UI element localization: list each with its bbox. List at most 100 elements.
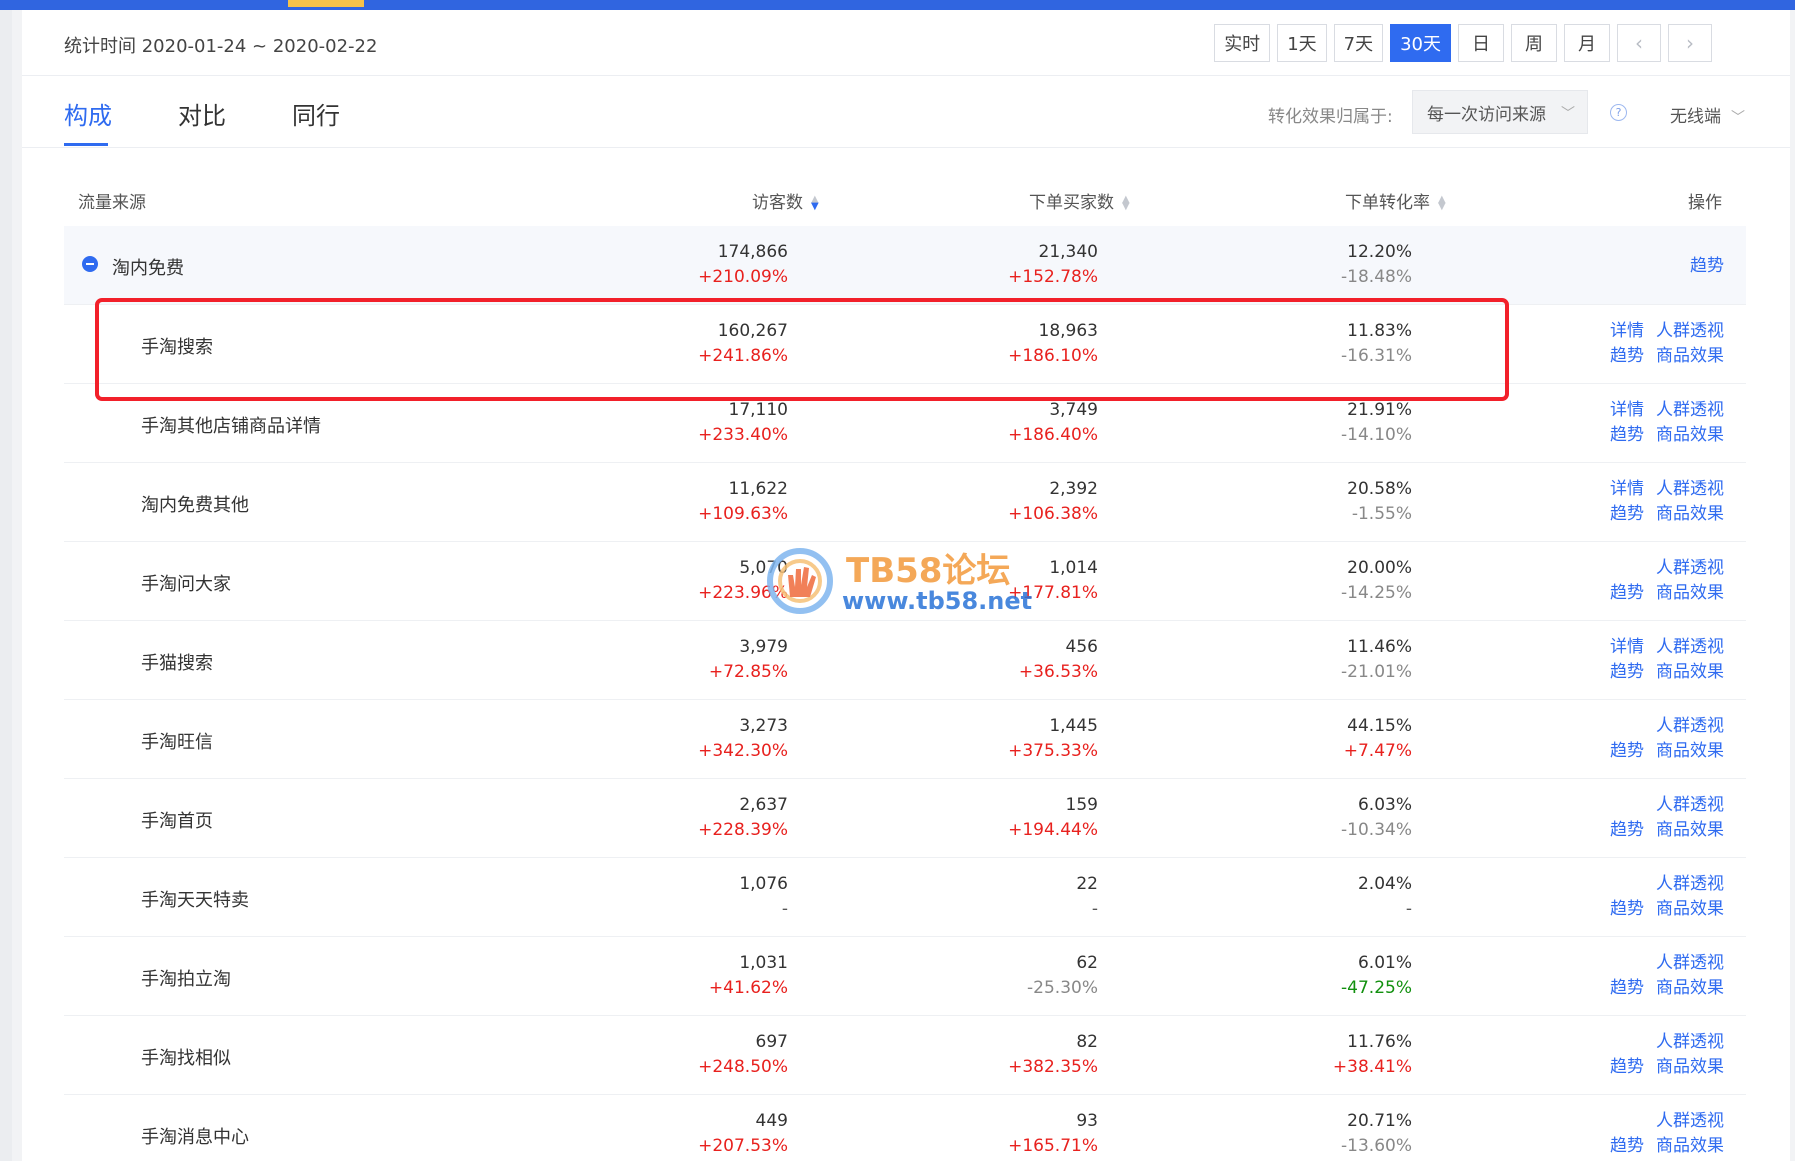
visitors-cell: 1,031 +41.62%: [709, 951, 788, 1001]
trend-link[interactable]: 趋势: [1610, 502, 1644, 527]
sort-icon[interactable]: ▲ ▼: [1438, 195, 1446, 212]
trend-link[interactable]: 趋势: [1610, 423, 1644, 448]
visitors-change: +72.85%: [708, 662, 788, 682]
crowd-link[interactable]: 人群透视: [1656, 1030, 1724, 1055]
range-7day-button[interactable]: 7天: [1333, 24, 1384, 62]
header-buyers[interactable]: 下单买家数 ▲ ▼: [1029, 188, 1130, 213]
detail-link[interactable]: 详情: [1610, 319, 1644, 344]
buyers-value: 159: [1065, 795, 1098, 815]
buyers-cell: 3,749 +186.40%: [1008, 398, 1098, 448]
crowd-link[interactable]: 人群透视: [1656, 714, 1724, 739]
sort-icon[interactable]: ▲ ▼: [811, 195, 819, 212]
visitors-change: +248.50%: [698, 1057, 788, 1077]
crowd-link[interactable]: 人群透视: [1656, 635, 1724, 660]
product-effect-link[interactable]: 商品效果: [1656, 1055, 1724, 1080]
crowd-link[interactable]: 人群透视: [1656, 872, 1724, 897]
header-ops: 操作: [1688, 193, 1722, 213]
range-week-button[interactable]: 周: [1511, 24, 1557, 62]
detail-link[interactable]: 详情: [1610, 477, 1644, 502]
product-effect-link[interactable]: 商品效果: [1656, 423, 1724, 448]
tab-composition[interactable]: 构成: [64, 96, 112, 131]
attribution-select[interactable]: 每一次访问来源 ﹀: [1412, 90, 1588, 134]
rate-cell: 20.71% -13.60%: [1341, 1109, 1412, 1159]
visitors-change: +241.86%: [698, 346, 788, 366]
group-name: 淘内免费: [112, 258, 184, 279]
buyers-cell: 18,963 +186.10%: [1008, 319, 1098, 369]
crowd-link[interactable]: 人群透视: [1656, 319, 1724, 344]
table-row: 手淘旺信 3,273 +342.30% 1,445 +375.33% 44.15% +7.4…: [64, 700, 1746, 779]
sort-icon[interactable]: ▲ ▼: [1122, 195, 1130, 212]
table-row: 手淘找相似 697 +248.50% 82 +382.35% 11.76% +38.41% 人…: [64, 1016, 1746, 1095]
visitors-change: +228.39%: [698, 820, 788, 840]
crowd-link[interactable]: 人群透视: [1656, 793, 1724, 818]
ops-cell: 人群透视 趋势 商品效果: [1600, 714, 1724, 764]
ops-cell: 趋势: [1600, 240, 1724, 290]
visitors-change: +41.62%: [708, 978, 788, 998]
rate-value: 11.76%: [1347, 1032, 1412, 1052]
product-effect-link[interactable]: 商品效果: [1656, 818, 1724, 843]
attribution-label: 转化效果归属于:: [1268, 107, 1393, 127]
buyers-value: 22: [1076, 874, 1098, 894]
table-row: 手淘首页 2,637 +228.39% 159 +194.44% 6.03% -10.34%…: [64, 779, 1746, 858]
header-rate[interactable]: 下单转化率 ▲ ▼: [1345, 188, 1446, 213]
visitors-value: 449: [755, 1111, 788, 1131]
visitors-cell: 3,979 +72.85%: [709, 635, 788, 685]
crowd-link[interactable]: 人群透视: [1656, 951, 1724, 976]
visitors-change: +109.63%: [698, 504, 788, 524]
watermark-logo-icon: [767, 548, 833, 614]
rate-cell: 2.04% -: [1358, 872, 1412, 922]
rate-value: 2.04%: [1357, 874, 1412, 894]
trend-link[interactable]: 趋势: [1610, 344, 1644, 369]
trend-link[interactable]: 趋势: [1610, 1055, 1644, 1080]
visitors-change: +233.40%: [698, 425, 788, 445]
header-visitors[interactable]: 访客数 ▲ ▼: [752, 188, 819, 213]
range-day-button[interactable]: 日: [1458, 24, 1504, 62]
product-effect-link[interactable]: 商品效果: [1656, 581, 1724, 606]
crowd-link[interactable]: 人群透视: [1656, 477, 1724, 502]
rate-change: -18.48%: [1341, 267, 1412, 287]
range-30day-button[interactable]: 30天: [1390, 24, 1451, 62]
buyers-change: +186.40%: [1008, 425, 1098, 445]
rate-change: -47.25%: [1341, 978, 1412, 998]
product-effect-link[interactable]: 商品效果: [1656, 1134, 1724, 1159]
trend-link[interactable]: 趋势: [1610, 660, 1644, 685]
product-effect-link[interactable]: 商品效果: [1656, 976, 1724, 1001]
device-select[interactable]: 无线端 ﹀: [1670, 102, 1745, 127]
visitors-cell: 174,866 +210.09%: [698, 240, 788, 290]
crowd-link[interactable]: 人群透视: [1656, 1109, 1724, 1134]
trend-link[interactable]: 趋势: [1610, 581, 1644, 606]
header-visitors-label: 访客数: [752, 193, 803, 213]
crowd-link[interactable]: 人群透视: [1656, 556, 1724, 581]
ops-cell: 详情 人群透视 趋势 商品效果: [1600, 319, 1724, 369]
tab-peers[interactable]: 同行: [292, 96, 340, 131]
chevron-right-icon[interactable]: ›: [1668, 24, 1712, 62]
help-icon[interactable]: ?: [1610, 104, 1627, 121]
detail-link[interactable]: 详情: [1610, 398, 1644, 423]
detail-link[interactable]: 详情: [1610, 635, 1644, 660]
stat-time-label: 统计时间 2020-01-24 ~ 2020-02-22: [64, 36, 378, 57]
trend-link[interactable]: 趋势: [1610, 976, 1644, 1001]
trend-link[interactable]: 趋势: [1610, 897, 1644, 922]
trend-link[interactable]: 趋势: [1610, 739, 1644, 764]
crowd-link[interactable]: 人群透视: [1656, 398, 1724, 423]
range-realtime-button[interactable]: 实时: [1214, 24, 1271, 62]
chevron-left-icon[interactable]: ‹: [1617, 24, 1661, 62]
rate-value: 11.46%: [1347, 637, 1412, 657]
product-effect-link[interactable]: 商品效果: [1656, 344, 1724, 369]
product-effect-link[interactable]: 商品效果: [1656, 660, 1724, 685]
product-effect-link[interactable]: 商品效果: [1656, 897, 1724, 922]
trend-link[interactable]: 趋势: [1610, 818, 1644, 843]
collapse-icon[interactable]: [82, 256, 98, 272]
buyers-value: 3,749: [1049, 400, 1098, 420]
product-effect-link[interactable]: 商品效果: [1656, 502, 1724, 527]
trend-link[interactable]: 趋势: [1690, 254, 1724, 279]
trend-link[interactable]: 趋势: [1610, 1134, 1644, 1159]
product-effect-link[interactable]: 商品效果: [1656, 739, 1724, 764]
rate-change: -21.01%: [1341, 662, 1412, 682]
range-1day-button[interactable]: 1天: [1277, 24, 1327, 62]
range-month-button[interactable]: 月: [1564, 24, 1610, 62]
ops-cell: 人群透视 趋势 商品效果: [1600, 793, 1724, 843]
tab-compare[interactable]: 对比: [178, 96, 226, 131]
rate-cell: 21.91% -14.10%: [1341, 398, 1412, 448]
table-row: 手淘拍立淘 1,031 +41.62% 62 -25.30% 6.01% -47.25% 人群…: [64, 937, 1746, 1016]
